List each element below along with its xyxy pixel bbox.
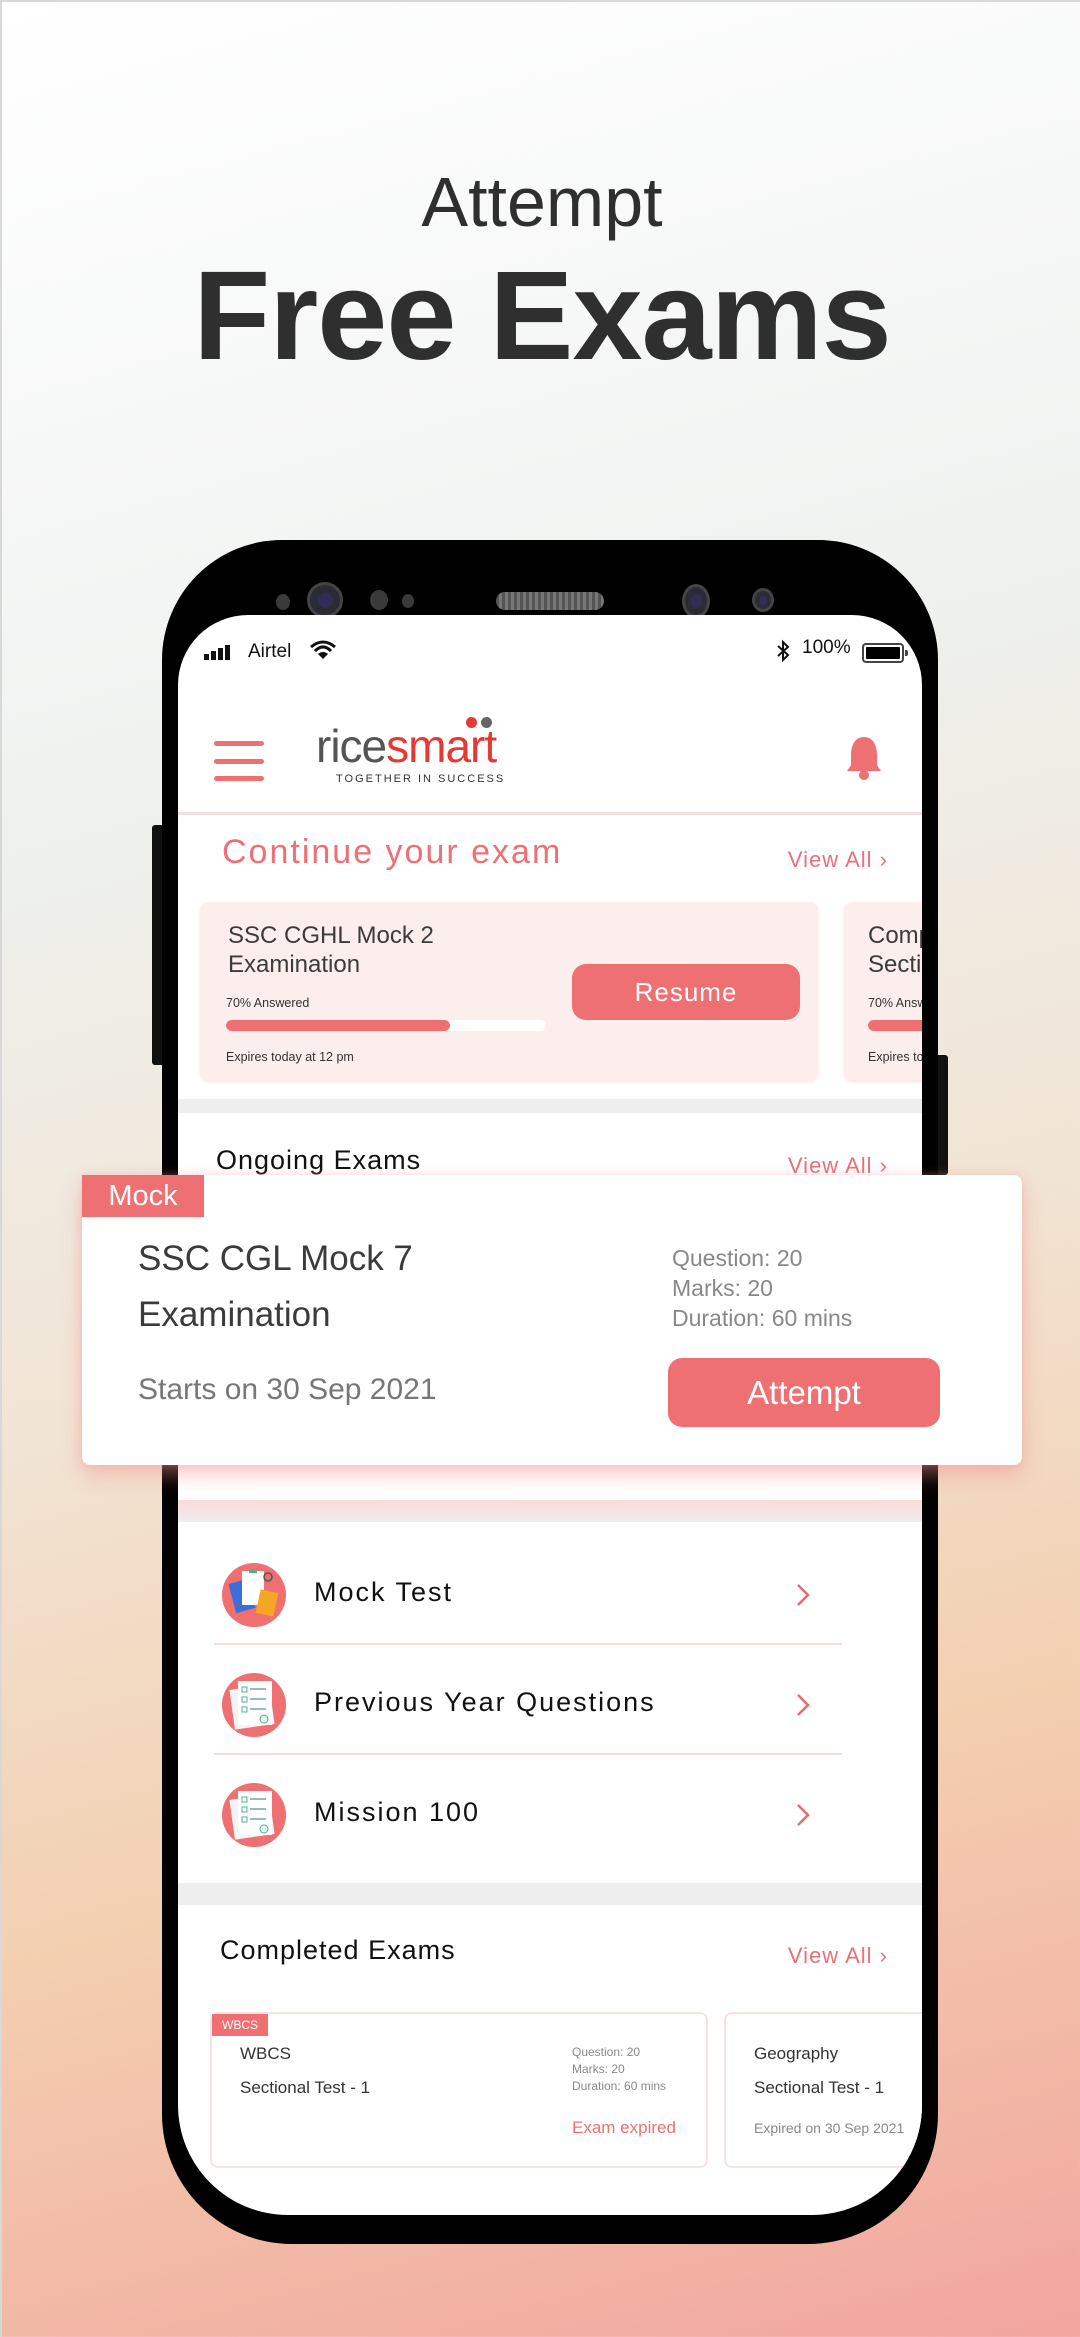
ongoing-exam-card[interactable]: Mock SSC CGL Mock 7 Examination Starts o…: [82, 1175, 1022, 1465]
progress-fill: [868, 1020, 922, 1031]
attempt-button[interactable]: Attempt: [668, 1358, 940, 1427]
progress-fill: [226, 1020, 450, 1031]
battery-percentage: 100%: [802, 637, 851, 658]
hero-heading: Attempt Free Exams: [2, 167, 1080, 379]
signal-icon: [204, 645, 230, 660]
exam-title: SSC CGHL Mock 2 Examination: [228, 922, 434, 978]
section-divider: [178, 1883, 922, 1905]
section-divider: [178, 1099, 922, 1113]
menu-item-mock-test[interactable]: Mock Test: [214, 1535, 842, 1645]
exam-status: Expired on 30 Sep 2021: [754, 2120, 905, 2136]
expiry-text: Expires today at 12 pm: [226, 1050, 354, 1064]
menu-icon[interactable]: [214, 741, 264, 781]
section-divider: [178, 1500, 922, 1522]
continue-section-header: Continue your exam View All ›: [178, 833, 922, 883]
exam-category-tag: WBCS: [212, 2014, 268, 2036]
phone-sensors: [162, 580, 938, 620]
carrier-name: Airtel: [248, 641, 292, 662]
phone-side-button: [938, 1055, 948, 1175]
iris-camera-icon: [682, 584, 710, 618]
completed-exam-card[interactable]: Geography Sectional Test - 1 Expired on …: [724, 2012, 922, 2168]
progress-label: 70% Answered: [868, 996, 922, 1010]
exam-start-date: Starts on 30 Sep 2021: [138, 1373, 437, 1406]
resume-button[interactable]: Resume: [572, 964, 800, 1020]
completed-section-title: Completed Exams: [220, 1935, 456, 1965]
continue-section-title: Continue your exam: [222, 833, 563, 871]
bluetooth-icon: [776, 639, 790, 669]
checklist-icon: [222, 1783, 286, 1847]
wifi-icon: [310, 639, 336, 667]
exam-category: WBCS: [240, 2044, 291, 2063]
exam-title: Comp Secti: [868, 922, 922, 978]
continue-exam-card[interactable]: Comp Secti 70% Answered Expires to...: [844, 902, 922, 1080]
exam-title: Sectional Test - 1: [240, 2078, 371, 2097]
continue-exam-card[interactable]: SSC CGHL Mock 2 Examination 70% Answered…: [200, 902, 818, 1080]
notification-bell-icon[interactable]: [844, 735, 884, 786]
chevron-right-icon: [796, 1693, 810, 1722]
menu-item-label: Mock Test: [314, 1577, 454, 1607]
menu-item-mission-100[interactable]: Mission 100: [214, 1755, 842, 1865]
hero-title: Free Exams: [193, 245, 891, 386]
menu-item-label: Previous Year Questions: [314, 1687, 656, 1717]
exam-title: Sectional Test - 1: [754, 2078, 885, 2097]
hero-subtitle: Attempt: [421, 163, 663, 241]
completed-view-all-link[interactable]: View All ›: [788, 1943, 888, 1969]
exam-category: Geography: [754, 2044, 839, 2063]
marks: Marks: 20: [672, 1275, 773, 1301]
logo-rice-text: rice: [316, 720, 387, 772]
sensor-dot: [276, 594, 290, 610]
menu-item-previous-year-questions[interactable]: Previous Year Questions: [214, 1645, 842, 1755]
mock-test-icon: [222, 1563, 286, 1627]
iris-sensor-icon: [752, 588, 774, 612]
completed-exam-card[interactable]: WBCS WBCS Sectional Test - 1 Question: 2…: [210, 2012, 708, 2168]
app-bar: ricesmart TOGETHER IN SUCCESS: [178, 705, 922, 815]
progress-bar: [226, 1020, 546, 1031]
ongoing-section-title: Ongoing Exams: [216, 1145, 422, 1175]
sensor-dot: [402, 594, 414, 608]
exam-status: Exam expired: [572, 2118, 676, 2137]
chevron-right-icon: [796, 1583, 810, 1612]
sensor-dot: [370, 590, 388, 610]
phone-side-button: [152, 825, 162, 1065]
exam-type-tag: Mock: [82, 1175, 204, 1217]
menu-item-label: Mission 100: [314, 1797, 481, 1827]
progress-label: 70% Answered: [226, 996, 310, 1010]
exam-meta: Question: 20 Marks: 20 Duration: 60 mins: [672, 1243, 852, 1333]
front-camera-icon: [307, 582, 343, 618]
progress-bar: [868, 1020, 922, 1031]
status-bar: Airtel 100%: [178, 637, 922, 677]
expiry-text: Expires to...: [868, 1050, 922, 1064]
duration: Duration: 60 mins: [672, 1305, 853, 1331]
exam-title: SSC CGL Mock 7 Examination: [138, 1239, 413, 1334]
ricesmart-logo: ricesmart TOGETHER IN SUCCESS: [316, 717, 506, 785]
checklist-icon: [222, 1673, 286, 1737]
question-count: Question: 20: [672, 1245, 803, 1271]
chevron-right-icon: [796, 1803, 810, 1832]
battery-icon: [862, 643, 908, 663]
earpiece-speaker: [496, 592, 604, 610]
continue-view-all-link[interactable]: View All ›: [788, 847, 888, 873]
completed-section-header: Completed Exams View All ›: [178, 1935, 922, 1985]
logo-tagline: TOGETHER IN SUCCESS: [336, 773, 506, 785]
exam-meta: Question: 20 Marks: 20 Duration: 60 mins: [572, 2045, 667, 2093]
